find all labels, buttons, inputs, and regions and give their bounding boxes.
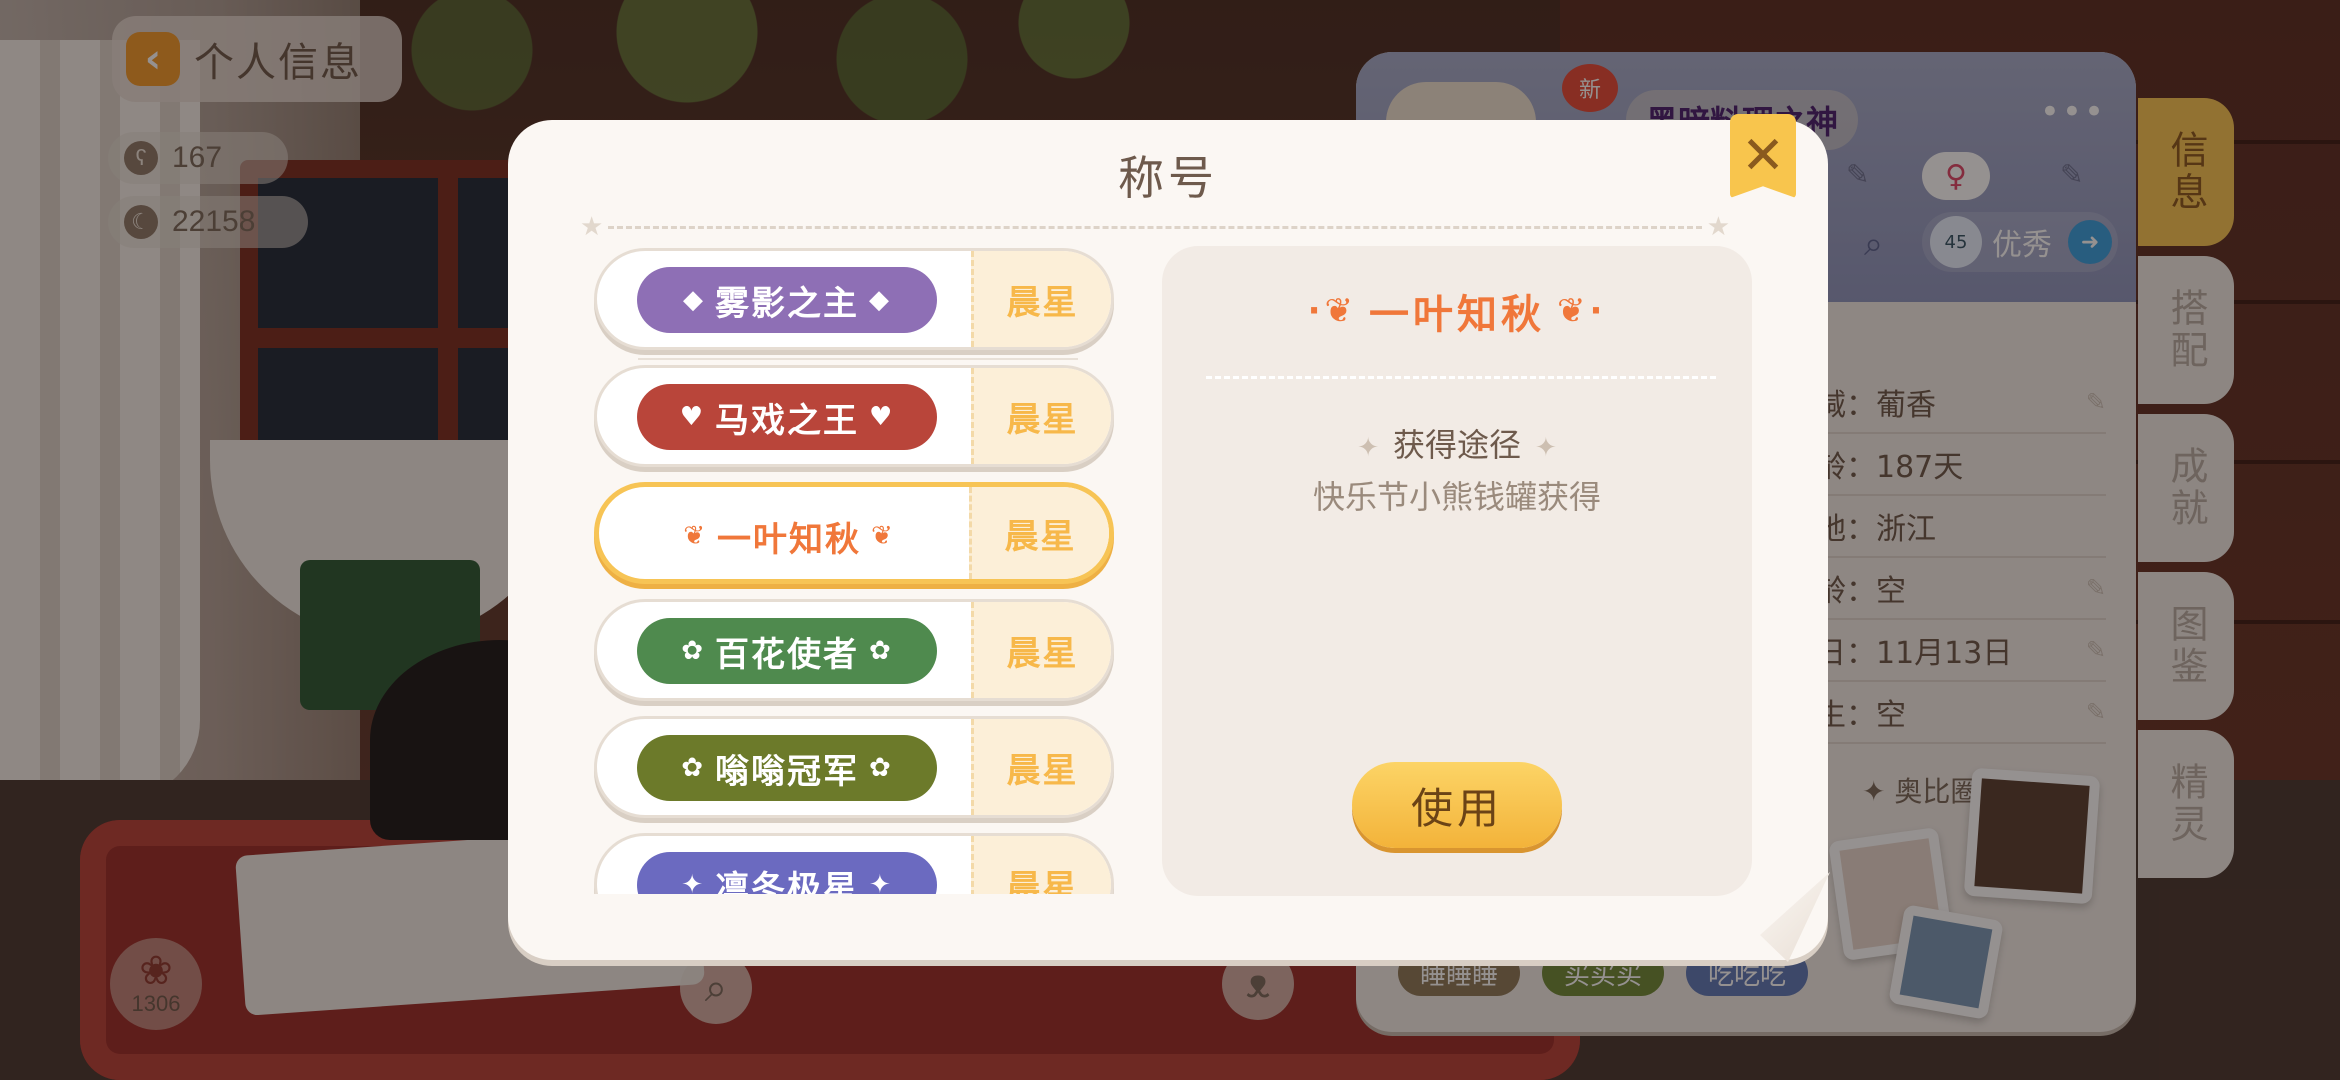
title-rank: 晨星 (971, 368, 1111, 464)
badge-ornament-icon: ♥ (869, 402, 895, 432)
title-item[interactable]: ◆ 雾影之主 ◆ 晨星 (594, 248, 1114, 350)
title-badge: ♥ 马戏之王 ♥ (637, 384, 937, 450)
star-icon: ★ (1706, 212, 1730, 242)
source-heading: ✦ 获得途径 ✦ (1162, 420, 1752, 466)
title-name: 雾影之主 (715, 283, 859, 324)
list-edge (638, 358, 1078, 360)
close-icon[interactable]: ✕ (1730, 114, 1796, 198)
title-item[interactable]: ❦ 一叶知秋 ❦ 晨星 (594, 482, 1114, 584)
title-badge: ✦ 凛冬极星 ✦ (637, 852, 937, 894)
title-badge: ✿ 百花使者 ✿ (637, 618, 937, 684)
leaf-icon: ·❦ (1307, 291, 1357, 331)
badge-ornament-icon: ◆ (683, 285, 705, 315)
title-rank: 晨星 (971, 836, 1111, 894)
title-badge: ✿ 嗡嗡冠军 ✿ (637, 735, 937, 801)
badge-ornament-icon: ❦ (871, 521, 895, 551)
selected-title-badge: ·❦ 一叶知秋 ❦· (1252, 276, 1662, 346)
title-divider: ★ ★ (580, 212, 1730, 242)
title-detail-panel: ·❦ 一叶知秋 ❦· ✦ 获得途径 ✦ 快乐节小熊钱罐获得 使用 (1162, 246, 1752, 896)
badge-ornament-icon: ✦ (681, 870, 705, 894)
title-rank: 晨星 (971, 602, 1111, 698)
star-icon: ★ (580, 212, 604, 242)
use-button[interactable]: 使用 (1352, 762, 1562, 848)
title-item[interactable]: ✿ 嗡嗡冠军 ✿ 晨星 (594, 716, 1114, 818)
title-rank: 晨星 (971, 251, 1111, 347)
title-badge: ❦ 一叶知秋 ❦ (639, 503, 939, 569)
title-badge: ◆ 雾影之主 ◆ (637, 267, 937, 333)
title-list[interactable]: ◆ 雾影之主 ◆ 晨星 ♥ 马戏之王 ♥ 晨星 ❦ 一叶知秋 ❦ 晨星 ✿ 百花使者 ✿ 晨星 ✿ 嗡嗡冠军 ✿ 晨星… (588, 240, 1124, 894)
badge-ornament-icon: ✿ (681, 753, 705, 783)
title-item[interactable]: ♥ 马戏之王 ♥ 晨星 (594, 365, 1114, 467)
title-rank: 晨星 (969, 487, 1109, 579)
title-item[interactable]: ✿ 百花使者 ✿ 晨星 (594, 599, 1114, 701)
selected-title-name: 一叶知秋 (1369, 292, 1545, 338)
sparkle-icon: ✦ (1357, 433, 1379, 463)
source-description: 快乐节小熊钱罐获得 (1312, 478, 1601, 516)
badge-ornament-icon: ✦ (869, 870, 893, 894)
badge-ornament-icon: ✿ (681, 636, 705, 666)
badge-ornament-icon: ❦ (683, 521, 707, 551)
dashed-separator (1206, 376, 1716, 379)
badge-ornament-icon: ♥ (679, 402, 705, 432)
title-name: 凛冬极星 (715, 868, 859, 895)
title-rank: 晨星 (971, 719, 1111, 815)
leaf-icon: ❦· (1557, 291, 1607, 331)
source-label: 获得途径 (1392, 426, 1521, 464)
title-name: 一叶知秋 (717, 519, 861, 560)
badge-ornament-icon: ✿ (869, 753, 893, 783)
title-name: 百花使者 (715, 634, 859, 675)
badge-ornament-icon: ◆ (869, 285, 891, 315)
title-name: 嗡嗡冠军 (715, 751, 859, 792)
badge-ornament-icon: ✿ (869, 636, 893, 666)
title-name: 马戏之王 (715, 400, 859, 441)
title-modal: 称号 ✕ ★ ★ ◆ 雾影之主 ◆ 晨星 ♥ 马戏之王 ♥ 晨星 ❦ 一叶知秋 ❦ 晨星 ✿ 百花使者 ✿ 晨… (508, 114, 1830, 962)
dashed-line (608, 226, 1702, 229)
title-item[interactable]: ✦ 凛冬极星 ✦ 晨星 (594, 833, 1114, 894)
sparkle-icon: ✦ (1535, 433, 1557, 463)
modal-title: 称号 (1118, 151, 1218, 205)
